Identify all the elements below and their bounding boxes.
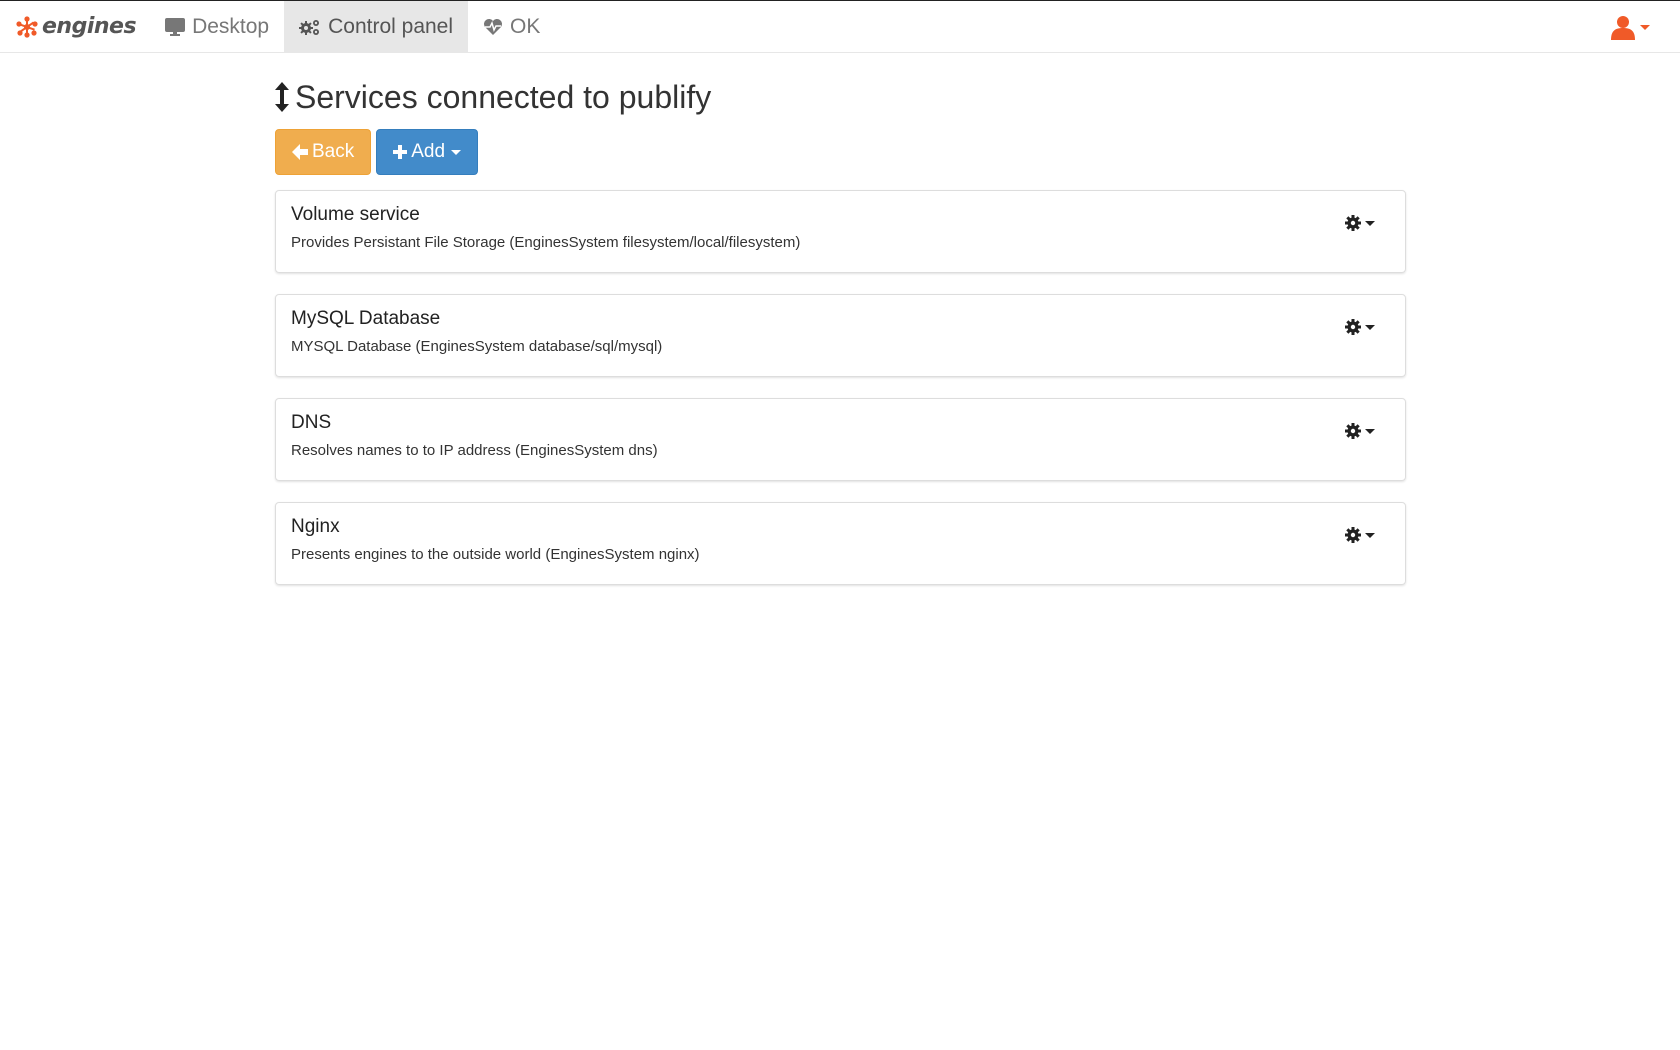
resize-vertical-icon — [275, 82, 289, 112]
service-title: Nginx — [291, 516, 340, 537]
cogs-icon — [299, 18, 321, 36]
service-settings-menu[interactable] — [1345, 319, 1375, 335]
nav-control-panel-label: Control panel — [328, 14, 454, 38]
top-navbar: engines Desktop Control panel OK — [0, 1, 1680, 53]
brand-name: engines — [42, 14, 137, 39]
gear-icon — [1345, 319, 1361, 335]
gear-icon — [1345, 215, 1361, 231]
chevron-down-icon — [1365, 220, 1375, 226]
service-description: Presents engines to the outside world (E… — [291, 546, 700, 563]
service-settings-menu[interactable] — [1345, 423, 1375, 439]
service-description: Resolves names to to IP address (Engines… — [291, 442, 658, 459]
service-panel-dns: DNS Resolves names to to IP address (Eng… — [275, 398, 1406, 481]
page-title: Services connected to publify — [275, 75, 1406, 119]
service-description: Provides Persistant File Storage (Engine… — [291, 234, 801, 251]
service-settings-menu[interactable] — [1345, 527, 1375, 543]
add-button-label: Add — [411, 141, 446, 162]
heartbeat-icon — [483, 18, 503, 36]
gear-icon — [1345, 423, 1361, 439]
brand-logo-link[interactable]: engines — [0, 1, 150, 52]
service-description: MYSQL Database (EnginesSystem database/s… — [291, 338, 663, 355]
chevron-down-icon — [1640, 24, 1650, 30]
service-title: DNS — [291, 412, 332, 433]
desktop-icon — [165, 17, 186, 36]
user-icon — [1611, 16, 1635, 40]
main-content: Services connected to publify Back Add V… — [275, 53, 1406, 585]
user-menu-toggle[interactable] — [1610, 1, 1650, 53]
service-title: MySQL Database — [291, 308, 441, 329]
gear-icon — [1345, 527, 1361, 543]
service-panel-volume: Volume service Provides Persistant File … — [275, 190, 1406, 273]
nav-status-ok[interactable]: OK — [468, 1, 555, 52]
nav-desktop-label: Desktop — [192, 14, 270, 38]
chevron-down-icon — [1365, 532, 1375, 538]
back-button[interactable]: Back — [275, 129, 372, 175]
arrow-left-icon — [292, 144, 308, 160]
nav-status-label: OK — [510, 14, 541, 38]
chevron-down-icon — [1365, 324, 1375, 330]
service-title: Volume service — [291, 204, 420, 225]
add-service-dropdown-button[interactable]: Add — [376, 129, 479, 175]
chevron-down-icon — [1365, 428, 1375, 434]
nav-control-panel[interactable]: Control panel — [284, 1, 469, 52]
service-panel-nginx: Nginx Presents engines to the outside wo… — [275, 502, 1406, 585]
engines-logo-icon — [16, 15, 38, 38]
service-panel-mysql: MySQL Database MYSQL Database (EnginesSy… — [275, 294, 1406, 377]
back-button-label: Back — [312, 141, 355, 162]
plus-icon — [393, 145, 408, 159]
nav-desktop[interactable]: Desktop — [150, 1, 284, 52]
page-title-text: Services connected to publify — [295, 78, 712, 115]
service-settings-menu[interactable] — [1345, 215, 1375, 231]
chevron-down-icon — [451, 149, 462, 155]
action-buttons: Back Add — [275, 129, 1406, 175]
